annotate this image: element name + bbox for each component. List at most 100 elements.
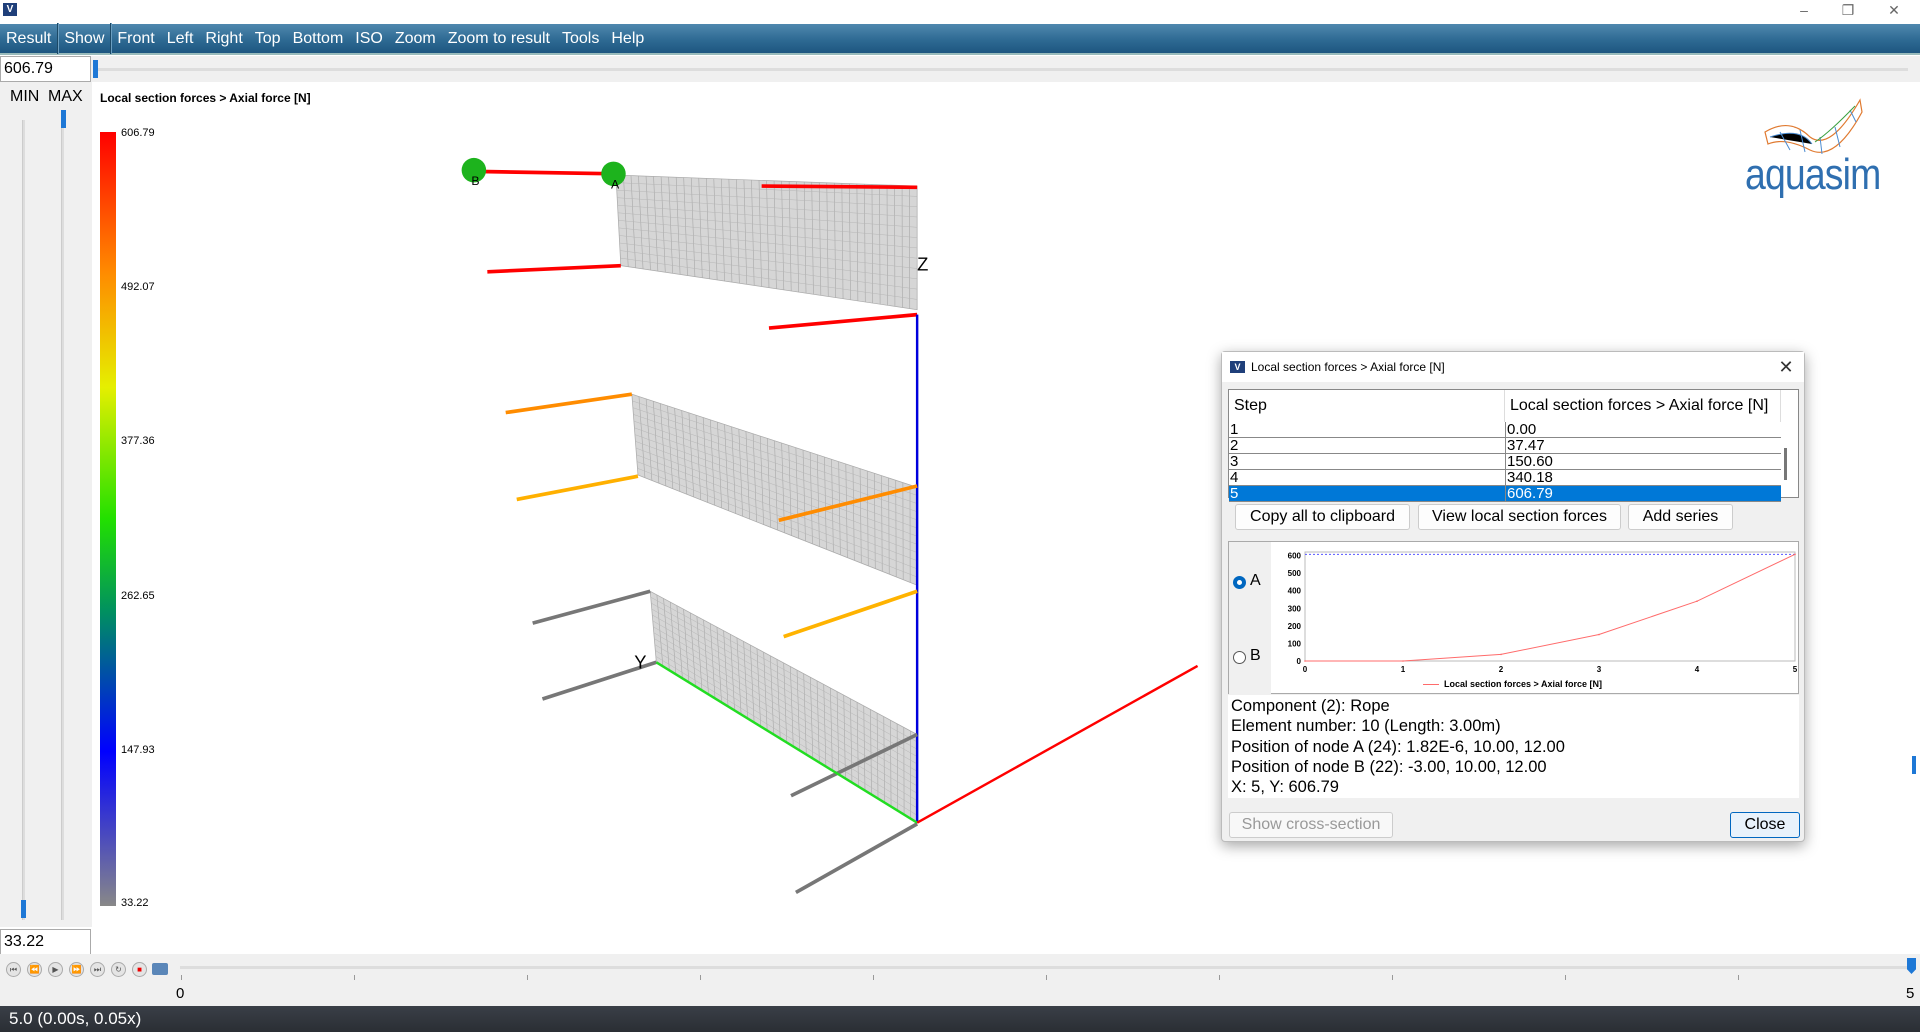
fast-forward-icon[interactable]: ⏩ [69,962,84,977]
y-tick-label: 500 [1288,569,1302,578]
close-button[interactable]: Close [1730,812,1800,838]
menu-left[interactable]: Left [161,23,200,54]
cell-value: 0.00 [1505,421,1537,438]
menu-top[interactable]: Top [249,23,287,54]
rope [795,822,919,895]
menu-zoom-to-result[interactable]: Zoom to result [442,23,556,54]
camera-icon[interactable] [152,963,168,975]
menu-help[interactable]: Help [605,23,650,54]
section-forces-dialog: Local section forces > Axial force [N] V… [1221,351,1805,842]
menu-zoom[interactable]: Zoom [389,23,442,54]
cell-step: 2 [1230,437,1239,454]
menu-front[interactable]: Front [111,23,160,54]
x-tick-label: 5 [1793,665,1798,674]
play-icon[interactable]: ▶ [48,962,63,977]
aquasim-logo: aquasim [1745,150,1881,199]
legend-label: 492.07 [121,281,155,293]
close-icon[interactable]: ✕ [1874,0,1914,22]
data-point [1598,633,1600,636]
show-cross-section-button[interactable]: Show cross-section [1229,812,1393,838]
z-axis-label: Z [917,254,928,275]
rewind-icon[interactable]: ⏪ [27,962,42,977]
rope [505,392,633,415]
table-scrollbar[interactable] [1784,448,1787,480]
min-slider-thumb[interactable] [21,900,26,918]
legend-label: 33.22 [121,897,149,909]
table-row[interactable]: 1 0.00 [1229,422,1781,438]
cell-step: 3 [1230,453,1239,470]
skip-first-icon[interactable]: ⏮ [6,962,21,977]
info-component: Component (2): Rope [1231,697,1390,715]
data-point [1304,660,1306,662]
y-tick-label: 0 [1297,657,1302,666]
menu-right[interactable]: Right [199,23,248,54]
max-slider-thumb-vertical[interactable] [61,110,66,128]
timeline-tick [1738,975,1739,980]
minimize-icon[interactable]: – [1784,0,1824,22]
status-bar: 5.0 (0.00s, 0.05x) [0,1006,1920,1032]
restore-icon[interactable]: ❐ [1828,0,1868,22]
radio-label-b: B [1250,647,1261,664]
skip-last-icon[interactable]: ⏭ [90,962,105,977]
min-slider[interactable] [22,120,25,920]
menu-result[interactable]: Result [0,23,59,54]
title-bar: V – ❐ ✕ [0,0,1920,24]
table-row[interactable]: 4 340.18 [1229,470,1781,486]
dialog-close-icon[interactable]: ✕ [1772,355,1800,379]
cell-value: 606.79 [1505,485,1553,502]
max-slider-thumb[interactable] [93,60,98,78]
cell-step: 5 [1230,485,1239,502]
playback-bar [0,954,1920,1006]
max-slider[interactable] [61,120,64,920]
net-panel-bottom-mesh-line [653,632,918,787]
table-row[interactable]: 3 150.60 [1229,454,1781,470]
info-node-a-position: Position of node A (24): 1.82E-6, 10.00,… [1231,737,1565,756]
right-slider-thumb[interactable] [1912,756,1916,774]
timeline-track[interactable] [180,966,1910,969]
node-label: B [471,174,479,188]
net-panel-bottom-mesh-line [652,620,918,772]
rope-selected [473,169,616,176]
legend-label: 262.65 [121,590,155,602]
table-row[interactable]: 2 37.47 [1229,438,1781,454]
timeline-tick [1565,975,1566,980]
element-info: Component (2): Rope Element number: 10 (… [1228,695,1799,798]
column-header-axial-force[interactable]: Local section forces > Axial force [N] [1505,390,1781,422]
menu-iso[interactable]: ISO [349,23,389,54]
menu-tools[interactable]: Tools [556,23,605,54]
max-slider-track[interactable] [98,68,1908,71]
timeline-end-label: 5 [1906,985,1915,1002]
menu-show[interactable]: Show [58,23,112,54]
data-point [1402,660,1404,662]
record-icon[interactable]: ■ [132,962,147,977]
add-series-button[interactable]: Add series [1628,504,1733,530]
radio-node-b[interactable] [1233,651,1246,664]
menu-bottom[interactable]: Bottom [287,23,350,54]
range-panel: MIN MAX [0,82,92,927]
timeline-tick [1219,975,1220,980]
y-tick-label: 300 [1288,604,1302,613]
x-tick-label: 4 [1695,665,1700,674]
cell-step: 1 [1230,421,1239,438]
view-local-section-forces-button[interactable]: View local section forces [1418,504,1621,530]
x-axis [916,664,1199,824]
info-node-b-position: Position of node B (22): -3.00, 10.00, 1… [1231,757,1547,776]
timeline-tick [1046,975,1047,980]
y-tick-label: 600 [1288,552,1302,561]
y-tick-label: 200 [1288,622,1302,631]
table-row[interactable]: 5 606.79 [1229,486,1781,502]
min-value-input[interactable]: 33.22 [0,929,91,955]
radio-node-a[interactable] [1233,576,1246,589]
color-legend-bar [100,132,116,906]
column-header-step[interactable]: Step [1229,390,1505,422]
x-tick-label: 0 [1303,665,1308,674]
copy-to-clipboard-button[interactable]: Copy all to clipboard [1235,504,1410,530]
timeline-tick [1392,975,1393,980]
legend-label: 147.93 [121,744,155,756]
rope [768,312,918,330]
rope [516,474,639,502]
max-value-input[interactable]: 606.79 [0,56,91,82]
max-label: MAX [48,88,83,105]
loop-icon[interactable]: ↻ [111,962,126,977]
timeline-tick [354,975,355,980]
